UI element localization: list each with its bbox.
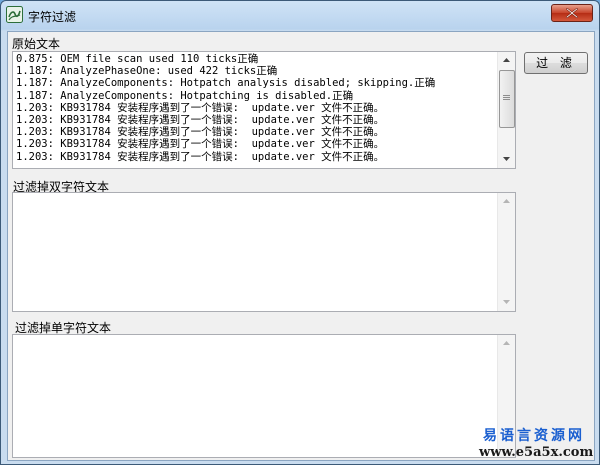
scroll-up-arrow[interactable] bbox=[498, 193, 515, 210]
chevron-down-icon bbox=[503, 300, 510, 304]
single-char-text-area[interactable] bbox=[12, 334, 516, 458]
watermark: 易语言资源网 www.e5a5x.com bbox=[479, 425, 594, 460]
chevron-down-icon bbox=[503, 157, 510, 161]
text-line: 1.187: AnalyzePhaseOne: used 422 ticks正确 bbox=[16, 65, 278, 78]
scroll-thumb[interactable] bbox=[499, 70, 515, 128]
double-char-scrollbar[interactable] bbox=[497, 193, 515, 311]
close-button[interactable] bbox=[551, 4, 593, 22]
text-line: 1.187: AnalyzeComponents: Hotpatch analy… bbox=[16, 77, 436, 90]
app-window: 字符过滤 原始文本 0.875: OEM file scan used 110 … bbox=[0, 0, 600, 465]
original-text-area[interactable]: 0.875: OEM file scan used 110 ticks正确 1.1… bbox=[12, 51, 516, 169]
chevron-up-icon bbox=[503, 341, 510, 345]
text-line: 0.875: OEM file scan used 110 ticks正确 bbox=[16, 53, 259, 65]
window-title: 字符过滤 bbox=[28, 10, 77, 24]
original-scrollbar[interactable] bbox=[497, 52, 515, 168]
text-line: 1.203: KB931784 安装程序遇到了一个错误: update.ver … bbox=[16, 126, 385, 139]
scroll-up-arrow[interactable] bbox=[498, 52, 515, 69]
text-line: 1.187: AnalyzeComponents: Hotpatching is… bbox=[16, 89, 354, 102]
double-char-text-area[interactable] bbox=[12, 192, 516, 312]
text-line: 1.203: KB931784 安装程序遇到了一个错误: update.ver … bbox=[16, 138, 385, 151]
text-line: 1.203: KB931784 安装程序遇到了一个错误: update.ver … bbox=[16, 101, 385, 114]
chevron-up-icon bbox=[503, 199, 510, 203]
title-bar[interactable]: 字符过滤 bbox=[1, 1, 599, 30]
text-filter-icon bbox=[6, 6, 23, 23]
text-line: 1.203: KB931784 安装程序遇到了一个错误: update.ver … bbox=[16, 114, 385, 127]
scroll-up-arrow[interactable] bbox=[498, 335, 515, 352]
original-text-label: 原始文本 bbox=[12, 37, 61, 51]
original-text-content: 0.875: OEM file scan used 110 ticks正确 1.1… bbox=[16, 53, 497, 163]
watermark-line2: www.e5a5x.com bbox=[479, 445, 594, 460]
client-area: 原始文本 0.875: OEM file scan used 110 ticks… bbox=[7, 31, 595, 461]
scroll-down-arrow[interactable] bbox=[498, 151, 515, 168]
text-line: 1.203: KB931784 安装程序遇到了一个错误: update.ver … bbox=[16, 150, 385, 163]
scroll-down-arrow[interactable] bbox=[498, 294, 515, 311]
chevron-up-icon bbox=[503, 58, 510, 62]
watermark-line1: 易语言资源网 bbox=[483, 428, 585, 444]
close-icon bbox=[566, 8, 578, 18]
filter-button[interactable]: 过 滤 bbox=[524, 52, 588, 74]
